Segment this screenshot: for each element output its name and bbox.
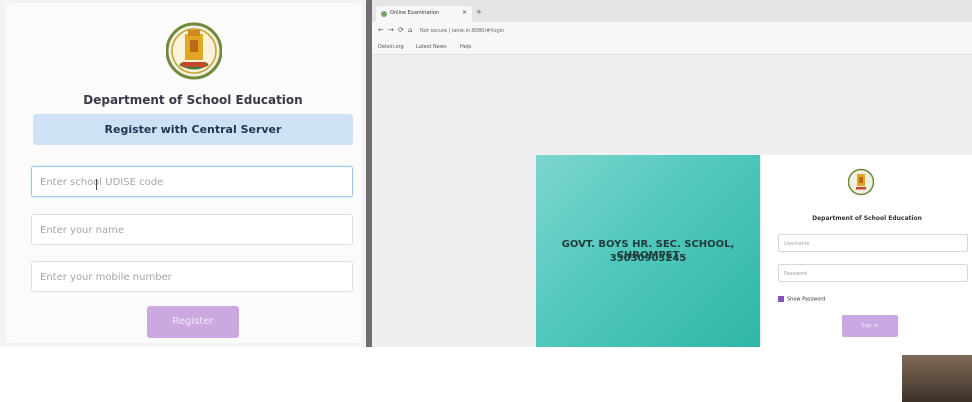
- browser-window: Online Examination × + ← → ⟳ ⌂ Not secur…: [372, 0, 972, 402]
- password-input[interactable]: Password: [778, 264, 968, 282]
- show-password-checkbox[interactable]: Show Password: [778, 296, 825, 303]
- register-button[interactable]: Register: [147, 306, 239, 338]
- browser-tab[interactable]: Online Examination ×: [376, 6, 472, 22]
- registration-panel: Department of School Education Register …: [0, 0, 366, 347]
- username-input[interactable]: Username: [778, 234, 968, 252]
- school-info-panel: GOVT. BOYS HR. SEC. SCHOOL, CHROMPET 330…: [536, 155, 760, 347]
- tab-title: Online Examination: [390, 10, 439, 16]
- bookmark-item[interactable]: Help: [460, 44, 471, 50]
- favicon-icon: [381, 11, 387, 17]
- name-input[interactable]: Enter your name: [31, 214, 353, 245]
- tamil-nadu-emblem-icon: [848, 168, 874, 196]
- back-icon[interactable]: ←: [378, 26, 384, 34]
- login-card: Department of School Education Username …: [762, 155, 972, 347]
- url-field[interactable]: Not secure | lanie.in:8080/#/login: [420, 28, 504, 34]
- checkbox-icon[interactable]: [778, 296, 784, 302]
- new-tab-icon[interactable]: +: [476, 8, 482, 16]
- reload-icon[interactable]: ⟳: [398, 26, 404, 34]
- bookmark-item[interactable]: Latest News: [416, 44, 447, 50]
- forward-icon[interactable]: →: [388, 26, 394, 34]
- department-title: Department of School Education: [83, 93, 303, 107]
- sign-in-button[interactable]: Sign In: [842, 315, 898, 337]
- home-icon[interactable]: ⌂: [408, 26, 412, 34]
- udise-code-input[interactable]: Enter school UDISE code: [31, 166, 353, 197]
- address-bar: ← → ⟳ ⌂ Not secure | lanie.in:8080/#/log…: [372, 22, 972, 40]
- text-cursor-icon: [96, 179, 97, 190]
- register-banner: Register with Central Server: [33, 114, 353, 145]
- mobile-number-input[interactable]: Enter your mobile number: [31, 261, 353, 292]
- bookmark-item[interactable]: Deloin.org: [378, 44, 404, 50]
- tab-bar: Online Examination × +: [372, 0, 972, 22]
- school-code: 33030903245: [609, 253, 687, 264]
- close-tab-icon[interactable]: ×: [462, 9, 467, 16]
- page-content: GOVT. BOYS HR. SEC. SCHOOL, CHROMPET 330…: [372, 55, 972, 402]
- show-password-label: Show Password: [787, 296, 826, 303]
- department-title: Department of School Education: [812, 215, 922, 222]
- registration-card: Department of School Education Register …: [6, 3, 362, 343]
- webcam-overlay: [902, 355, 972, 402]
- tamil-nadu-emblem-icon: [166, 22, 222, 80]
- bookmarks-bar: Deloin.org Latest News Help: [372, 40, 972, 55]
